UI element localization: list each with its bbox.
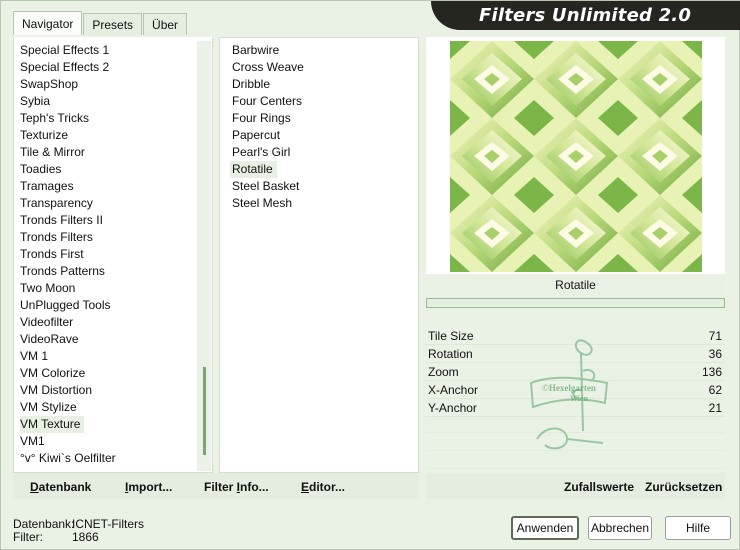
param-label: Y-Anchor	[428, 401, 477, 415]
param-value[interactable]: 136	[702, 365, 722, 379]
window-title: Filters Unlimited 2.0	[479, 5, 692, 26]
tab-navigator[interactable]: Navigator	[13, 11, 83, 35]
category-scrollbar-thumb[interactable]	[203, 367, 206, 455]
reset-button[interactable]: Zurücksetzen	[645, 480, 722, 494]
category-item-selected[interactable]: VM Texture	[20, 416, 85, 433]
title-banner: Filters Unlimited 2.0	[431, 1, 740, 30]
param-label: X-Anchor	[428, 383, 479, 397]
import-button[interactable]: Import...	[125, 480, 172, 494]
category-item[interactable]: VM Stylize	[20, 399, 77, 416]
status-filter-label: Filter:	[13, 530, 43, 544]
category-item[interactable]: Two Moon	[20, 280, 75, 297]
category-list: Special Effects 1 Special Effects 2 Swap…	[13, 37, 213, 473]
tab-uber[interactable]: Über	[143, 13, 188, 35]
randomize-button[interactable]: Zufallswerte	[564, 480, 634, 494]
svg-text:Wien: Wien	[570, 394, 589, 403]
category-item[interactable]: Tronds Filters II	[20, 212, 103, 229]
filter-item[interactable]: Pearl's Girl	[232, 144, 290, 161]
current-filter-name: Rotatile	[426, 274, 725, 296]
tab-presets[interactable]: Presets	[83, 13, 143, 35]
category-item[interactable]: Tronds Patterns	[20, 263, 105, 280]
category-item[interactable]: Tronds Filters	[20, 229, 93, 246]
category-item[interactable]: Toadies	[20, 161, 61, 178]
param-label: Rotation	[428, 347, 473, 361]
filter-item[interactable]: Dribble	[232, 76, 270, 93]
status-db-label: Datenbank:	[13, 517, 75, 531]
category-item[interactable]: Transparency	[20, 195, 93, 212]
param-value[interactable]: 71	[709, 329, 722, 343]
filter-info-button[interactable]: Filter Info...	[204, 480, 269, 494]
help-button[interactable]: Hilfe	[665, 516, 731, 540]
cancel-button[interactable]: Abbrechen	[588, 516, 652, 540]
param-row-empty	[425, 453, 725, 469]
category-item[interactable]: VM1	[20, 433, 45, 450]
filter-list: Barbwire Cross Weave Dribble Four Center…	[219, 37, 419, 473]
category-item[interactable]: Teph's Tricks	[20, 110, 89, 127]
filter-item[interactable]: Four Centers	[232, 93, 302, 110]
category-item[interactable]: Tramages	[20, 178, 74, 195]
preview-image	[450, 41, 702, 272]
category-item[interactable]: Sybia	[20, 93, 50, 110]
filter-item[interactable]: Four Rings	[232, 110, 291, 127]
param-label: Zoom	[428, 365, 459, 379]
tab-bar: Navigator Presets Über	[13, 11, 188, 35]
filter-item[interactable]: Cross Weave	[232, 59, 304, 76]
param-label: Tile Size	[428, 329, 474, 343]
category-item[interactable]: VM Distortion	[20, 382, 92, 399]
filter-item[interactable]: Steel Basket	[232, 178, 299, 195]
category-item[interactable]: SwapShop	[20, 76, 78, 93]
category-item[interactable]: UnPlugged Tools	[20, 297, 111, 314]
filter-item-selected[interactable]: Rotatile	[230, 161, 277, 178]
category-item[interactable]: Tile & Mirror	[20, 144, 85, 161]
param-value[interactable]: 62	[709, 383, 722, 397]
category-item[interactable]: °v° Kiwi`s Oelfilter	[20, 450, 116, 467]
filter-item[interactable]: Steel Mesh	[232, 195, 292, 212]
apply-button[interactable]: Anwenden	[511, 516, 579, 540]
category-item[interactable]: Tronds First	[20, 246, 84, 263]
category-item[interactable]: Texturize	[20, 127, 68, 144]
filters-unlimited-window: Filters Unlimited 2.0 Navigator Presets …	[0, 0, 740, 550]
svg-text:©Hexelgarten: ©Hexelgarten	[542, 383, 596, 393]
filter-item[interactable]: Papercut	[232, 127, 280, 144]
datenbank-button[interactable]: Datenbank	[30, 480, 91, 494]
filter-progress-bar	[426, 298, 725, 308]
category-item[interactable]: Special Effects 2	[20, 59, 109, 76]
filter-item[interactable]: Barbwire	[232, 42, 279, 59]
category-item[interactable]: Videofilter	[20, 314, 73, 331]
status-filter-value: 1866	[72, 530, 99, 544]
category-item[interactable]: VM 1	[20, 348, 48, 365]
status-db-value: ICNET-Filters	[72, 517, 144, 531]
editor-button[interactable]: Editor...	[301, 480, 345, 494]
param-value[interactable]: 21	[709, 401, 722, 415]
watermark-logo: ©Hexelgarten Wien	[529, 339, 609, 450]
category-item[interactable]: VM Colorize	[20, 365, 85, 382]
param-value[interactable]: 36	[709, 347, 722, 361]
category-item[interactable]: VideoRave	[20, 331, 79, 348]
category-item[interactable]: Special Effects 1	[20, 42, 109, 59]
